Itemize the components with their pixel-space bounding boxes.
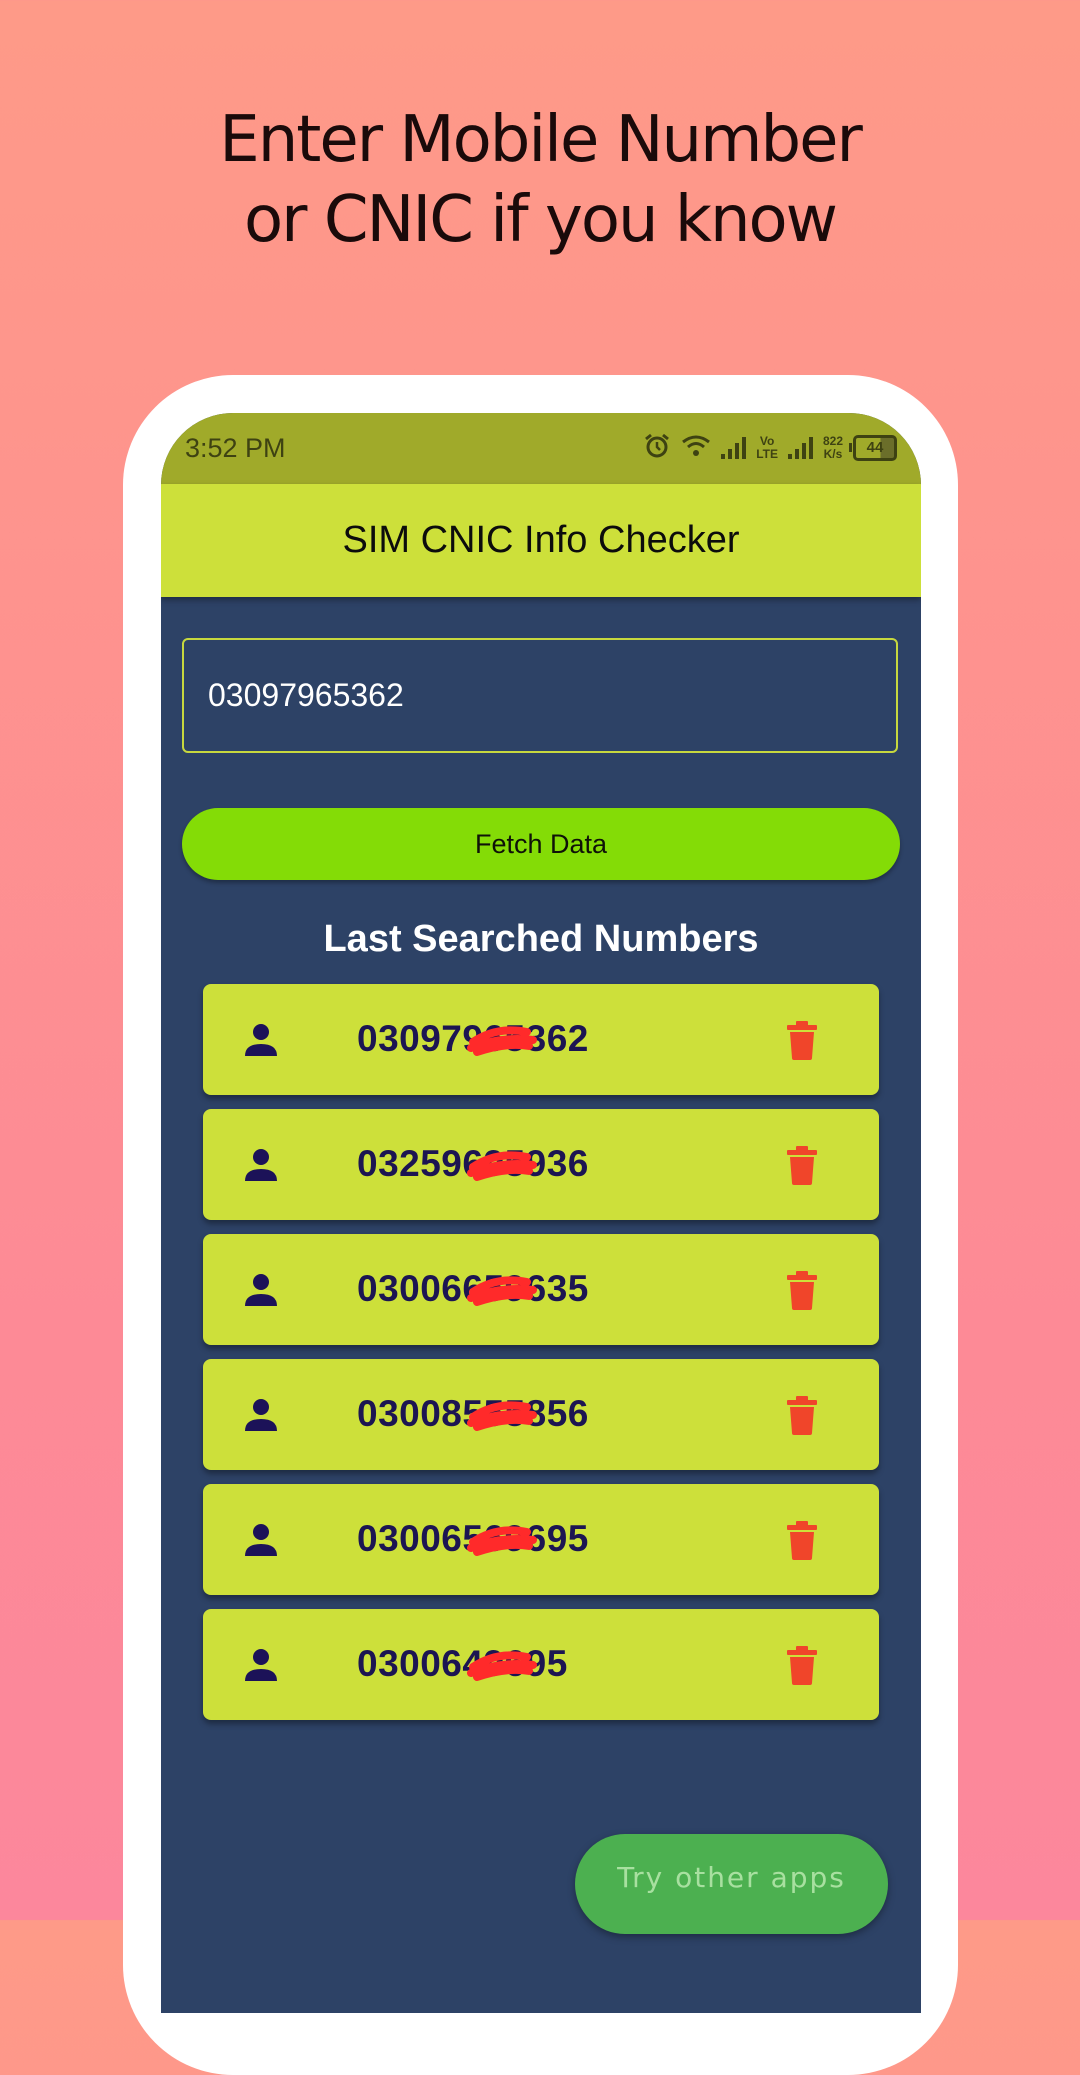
delete-icon[interactable]	[785, 1395, 819, 1435]
person-icon	[245, 1274, 277, 1306]
delete-icon[interactable]	[785, 1645, 819, 1685]
redaction-scribble	[467, 1526, 537, 1556]
app-title: SIM CNIC Info Checker	[342, 519, 740, 561]
redaction-scribble	[467, 1026, 537, 1056]
redaction-scribble	[467, 1151, 537, 1181]
redaction-scribble	[467, 1276, 537, 1306]
number-input[interactable]	[182, 638, 898, 753]
battery-icon: 44	[849, 435, 897, 461]
alarm-icon	[643, 432, 671, 465]
status-time: 3:52 PM	[185, 433, 286, 463]
status-icons: Vo LTE 822 K/s 44	[643, 431, 897, 465]
delete-icon[interactable]	[785, 1145, 819, 1185]
phone-screen: 3:52 PM Vo LTE 822 K/s 44 SIM CNIC Info …	[161, 413, 921, 2013]
status-bar: 3:52 PM Vo LTE 822 K/s 44	[161, 413, 921, 484]
person-icon	[245, 1524, 277, 1556]
app-bar: SIM CNIC Info Checker	[161, 484, 921, 597]
history-title: Last Searched Numbers	[323, 918, 759, 960]
wifi-icon	[681, 434, 711, 463]
history-item-1[interactable]: 03097965362	[203, 984, 879, 1095]
history-item-4[interactable]: 03008555856	[203, 1359, 879, 1470]
history-item-6[interactable]: 0300649695	[203, 1609, 879, 1720]
delete-icon[interactable]	[785, 1520, 819, 1560]
person-icon	[245, 1649, 277, 1681]
redaction-scribble	[467, 1401, 537, 1431]
volte-icon: Vo LTE	[756, 434, 778, 461]
fetch-data-button[interactable]: Fetch Data	[182, 808, 900, 880]
headline-line-1: Enter Mobile Number	[219, 103, 863, 177]
history-list: 03097965362 03259695936 03006659635 0300…	[203, 984, 879, 1734]
network-speed: 822 K/s	[822, 434, 843, 461]
signal-icon	[721, 437, 747, 459]
history-item-2[interactable]: 03259695936	[203, 1109, 879, 1220]
person-icon	[245, 1024, 277, 1056]
redaction-scribble	[467, 1651, 537, 1681]
history-item-5[interactable]: 03006569695	[203, 1484, 879, 1595]
person-icon	[245, 1399, 277, 1431]
headline: Enter Mobile Number or CNIC if you know	[0, 100, 1080, 260]
headline-line-2: or CNIC if you know	[244, 183, 838, 257]
person-icon	[245, 1149, 277, 1181]
try-other-apps-button[interactable]: Try other apps	[575, 1834, 888, 1934]
history-item-3[interactable]: 03006659635	[203, 1234, 879, 1345]
delete-icon[interactable]	[785, 1270, 819, 1310]
signal-icon-2	[787, 437, 813, 459]
delete-icon[interactable]	[785, 1020, 819, 1060]
